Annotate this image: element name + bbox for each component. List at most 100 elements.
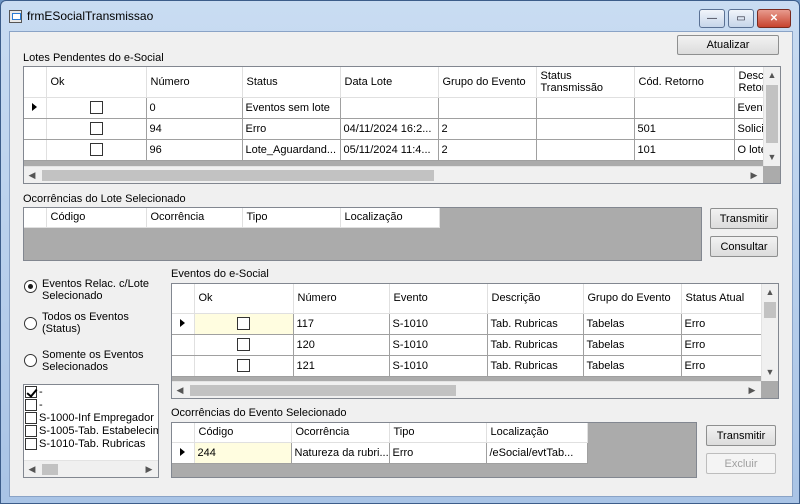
col-evento[interactable]: Evento [389,284,488,314]
col-status-transmissao[interactable]: Status Transmissão [536,67,635,98]
table-row[interactable]: 94 Erro 04/11/2024 16:2... 2 501 Solicit… [24,118,780,140]
col-ocorrencia[interactable]: Ocorrência [291,423,390,443]
scroll-left-icon[interactable]: ◀ [24,461,40,477]
lotes-grid[interactable]: Ok Número Status Data Lote Grupo do Even… [23,66,781,184]
list-item[interactable]: - [25,386,43,399]
cell-data[interactable]: 04/11/2024 16:2... [340,118,439,140]
cell-numero[interactable]: 117 [293,313,390,335]
table-row[interactable]: 0 Eventos sem lote Eventos [24,97,780,119]
col-ok[interactable]: Ok [194,284,294,314]
col-descricao[interactable]: Descrição [487,284,584,314]
table-row[interactable]: 121 S-1010 Tab. Rubricas Tabelas Erro [172,355,778,377]
item-checkbox[interactable] [25,425,37,437]
table-row[interactable]: 96 Lote_Aguardand... 05/11/2024 11:4... … [24,139,780,161]
cell-tipo[interactable]: Erro [389,442,487,464]
col-localizacao[interactable]: Localização [340,208,440,228]
list-item[interactable]: S-1010-Tab. Rubricas [25,438,145,451]
atualizar-button[interactable]: Atualizar [677,35,779,55]
table-row[interactable]: 244 Natureza da rubri... Erro /eSocial/e… [172,442,588,464]
maximize-button[interactable]: ▭ [728,9,754,28]
row-checkbox[interactable] [89,122,103,135]
item-checkbox[interactable] [25,438,37,450]
cell-numero[interactable]: 121 [293,355,390,377]
col-ocorrencia[interactable]: Ocorrência [146,208,243,228]
item-checkbox[interactable] [25,386,37,398]
scroll-thumb[interactable] [190,385,456,396]
cell-localizacao[interactable]: /eSocial/evtTab... [486,442,588,464]
eventos-vertical-scrollbar[interactable]: ▲ ▼ [761,284,778,381]
radio-todos-eventos[interactable] [24,317,37,330]
ocorrencias-evento-grid[interactable]: Código Ocorrência Tipo Localização 244 N… [171,422,697,478]
cell-grupo[interactable]: 2 [438,118,537,140]
col-tipo[interactable]: Tipo [389,423,487,443]
eventos-grid[interactable]: Ok Número Evento Descrição Grupo do Even… [171,283,779,399]
cell-cod[interactable]: 501 [634,118,735,140]
cell-numero[interactable]: 120 [293,334,390,356]
item-checkbox[interactable] [25,399,37,411]
row-checkbox[interactable] [237,317,250,330]
minimize-button[interactable]: — [699,9,725,28]
cell-evento[interactable]: S-1010 [389,355,488,377]
col-codigo[interactable]: Código [46,208,147,228]
col-grupo-evento[interactable]: Grupo do Evento [438,67,537,98]
cell-numero[interactable]: 96 [146,139,243,161]
cell-codigo[interactable]: 244 [194,442,292,464]
cell-ocorrencia[interactable]: Natureza da rubri... [291,442,390,464]
scroll-left-icon[interactable]: ◀ [24,167,40,183]
col-status[interactable]: Status [242,67,341,98]
cell-status-tx[interactable] [536,139,635,161]
close-button[interactable]: ✕ [757,9,791,28]
radio-eventos-relac-lote[interactable] [24,280,37,293]
cell-evento[interactable]: S-1010 [389,334,488,356]
row-checkbox[interactable] [237,338,250,351]
scroll-down-icon[interactable]: ▼ [762,364,778,380]
cell-grupo[interactable]: Tabelas [583,355,682,377]
cell-numero[interactable]: 0 [146,97,243,119]
col-codigo[interactable]: Código [194,423,292,443]
col-tipo[interactable]: Tipo [242,208,341,228]
scroll-right-icon[interactable]: ▶ [744,382,760,398]
cell-status[interactable]: Erro [242,118,341,140]
item-checkbox[interactable] [25,412,37,424]
scroll-thumb[interactable] [42,170,434,181]
excluir-button[interactable]: Excluir [706,453,776,474]
cell-descricao[interactable]: Tab. Rubricas [487,355,584,377]
scroll-left-icon[interactable]: ◀ [172,382,188,398]
table-row[interactable]: 120 S-1010 Tab. Rubricas Tabelas Erro [172,334,778,356]
col-data-lote[interactable]: Data Lote [340,67,439,98]
cell-cod[interactable]: 101 [634,139,735,161]
col-numero[interactable]: Número [293,284,390,314]
cell-data[interactable]: 05/11/2024 11:4... [340,139,439,161]
title-bar[interactable]: frmESocialTransmissao — ▭ ✕ [1,1,799,31]
cell-status-tx[interactable] [536,97,635,119]
col-grupo-evento[interactable]: Grupo do Evento [583,284,682,314]
scroll-thumb[interactable] [766,85,778,143]
row-checkbox[interactable] [89,143,103,156]
consultar-button[interactable]: Consultar [710,236,778,257]
scroll-thumb[interactable] [42,464,58,475]
cell-grupo[interactable]: 2 [438,139,537,161]
transmitir-lote-button[interactable]: Transmitir [710,208,778,229]
col-ok[interactable]: Ok [46,67,147,98]
scroll-up-icon[interactable]: ▲ [762,284,778,300]
col-localizacao[interactable]: Localização [486,423,588,443]
cell-status-tx[interactable] [536,118,635,140]
radio-somente-selecionados[interactable] [24,354,37,367]
cell-status[interactable]: Lote_Aguardand... [242,139,341,161]
lotes-horizontal-scrollbar[interactable]: ◀ ▶ [24,166,763,183]
table-row[interactable]: 117 S-1010 Tab. Rubricas Tabelas Erro [172,313,778,335]
row-checkbox[interactable] [89,101,103,114]
list-item[interactable]: - [25,399,43,412]
scroll-right-icon[interactable]: ▶ [141,461,157,477]
cell-evento[interactable]: S-1010 [389,313,488,335]
cell-status[interactable]: Eventos sem lote [242,97,341,119]
cell-numero[interactable]: 94 [146,118,243,140]
cell-grupo[interactable]: Tabelas [583,334,682,356]
col-numero[interactable]: Número [146,67,243,98]
cell-grupo[interactable] [438,97,537,119]
eventos-horizontal-scrollbar[interactable]: ◀ ▶ [172,381,761,398]
ocorrencias-lote-grid[interactable]: Código Ocorrência Tipo Localização [23,207,702,261]
cell-cod[interactable] [634,97,735,119]
row-checkbox[interactable] [237,359,250,372]
checklist-horizontal-scrollbar[interactable]: ◀ ▶ [24,460,158,477]
